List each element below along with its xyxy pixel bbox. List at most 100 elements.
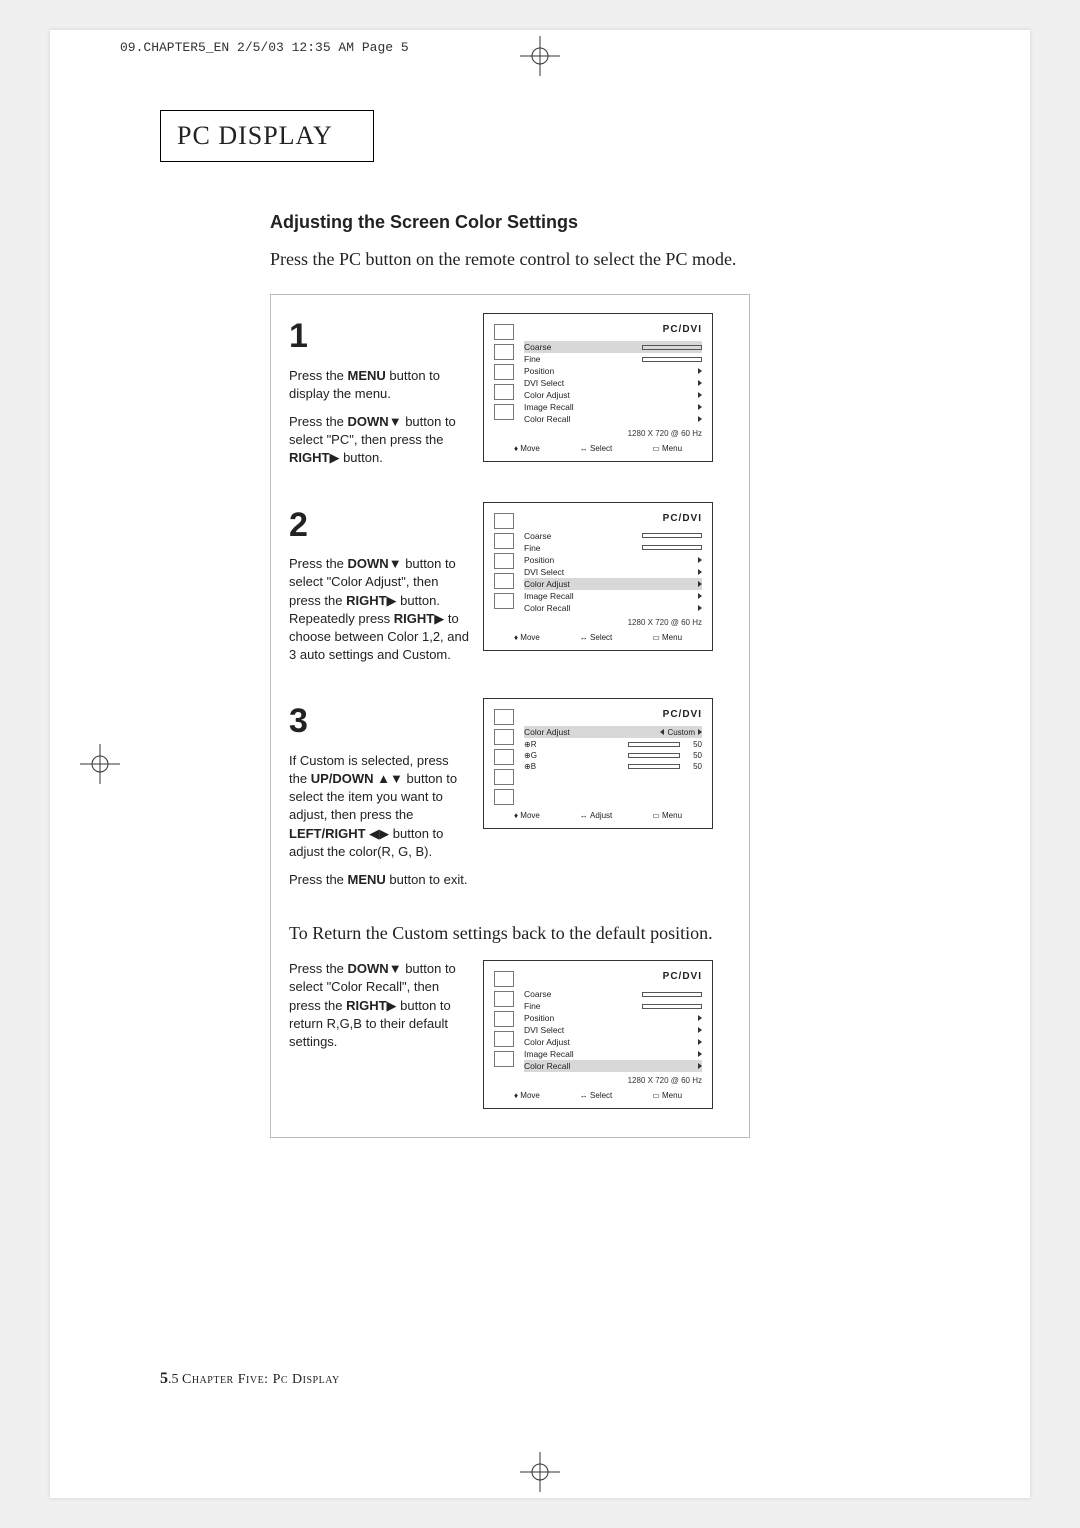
osd-tab-icon (494, 749, 514, 765)
right-triangle-icon (698, 1051, 702, 1057)
right-arrow-icon: ▶ (387, 593, 397, 608)
osd-row: Fine (524, 353, 702, 365)
osd-footer: ♦ Move ↔ Select ▭ Menu (494, 633, 702, 642)
osd-row: Position (524, 554, 702, 566)
left-triangle-icon (660, 729, 664, 735)
osd-resolution: 1280 X 720 @ 60 Hz (524, 618, 702, 627)
osd-title: PC/DVI (524, 971, 702, 982)
osd-row: Coarse (524, 988, 702, 1000)
page: 09.CHAPTER5_EN 2/5/03 12:35 AM Page 5 PC… (50, 30, 1030, 1498)
down-arrow-icon: ▼ (389, 556, 402, 571)
right-arrow-icon: ▶ (329, 450, 339, 465)
osd-row: Image Recall (524, 1048, 702, 1060)
osd-tab-icon (494, 709, 514, 725)
right-triangle-icon (698, 404, 702, 410)
osd-row: Coarse (524, 530, 702, 542)
osd-tab-icon (494, 404, 514, 420)
custom-value: Custom (660, 728, 702, 737)
osd-row: DVI Select (524, 377, 702, 389)
osd-footer: ♦ Move ↔ Select ▭ Menu (494, 444, 702, 453)
osd-tab-icon (494, 364, 514, 380)
leftright-arrow-icon: ◀▶ (369, 826, 389, 841)
osd-tab-icons (494, 324, 516, 438)
step-3: 3 If Custom is selected, press the UP/DO… (289, 698, 743, 899)
osd-row: Color Recall (524, 413, 702, 425)
osd-tab-icon (494, 1031, 514, 1047)
osd-tab-icon (494, 533, 514, 549)
osd-tab-icon (494, 789, 514, 805)
right-triangle-icon (698, 729, 702, 735)
right-triangle-icon (698, 593, 702, 599)
osd-row: Position (524, 365, 702, 377)
osd-screen-4: PC/DVI Coarse Fine Position DVI Select C… (483, 960, 713, 1109)
osd-tab-icon (494, 991, 514, 1007)
osd-tab-icon (494, 971, 514, 987)
right-triangle-icon (698, 557, 702, 563)
osd-row: Color Adjust (524, 578, 702, 590)
osd-row: Fine (524, 542, 702, 554)
osd-tab-icon (494, 513, 514, 529)
osd-footer: ♦ Move ↔ Select ▭ Menu (494, 1091, 702, 1100)
osd-tab-icons (494, 971, 516, 1085)
osd-row: Image Recall (524, 590, 702, 602)
intro-text: Press the PC button on the remote contro… (270, 249, 920, 270)
right-triangle-icon (698, 392, 702, 398)
right-triangle-icon (698, 605, 702, 611)
osd-screen-3: PC/DVI Color Adjust Custom ⊕R50 ⊕G50 (483, 698, 713, 829)
right-triangle-icon (698, 416, 702, 422)
osd-screen-1: PC/DVI Coarse Fine Position DVI Select C… (483, 313, 713, 462)
step-4-text: Press the DOWN▼ button to select "Color … (289, 960, 469, 1061)
step-2: 2 Press the DOWN▼ button to select "Colo… (289, 502, 743, 675)
step-4: Press the DOWN▼ button to select "Color … (289, 960, 743, 1109)
right-arrow-icon: ▶ (434, 611, 444, 626)
crop-mark-left-icon (80, 744, 120, 784)
section-title: Adjusting the Screen Color Settings (270, 212, 920, 233)
osd-tab-icon (494, 729, 514, 745)
right-triangle-icon (698, 1039, 702, 1045)
content: PC DISPLAY Adjusting the Screen Color Se… (160, 110, 920, 1138)
osd-row: Color Adjust Custom (524, 726, 702, 738)
osd-row: Color Recall (524, 1060, 702, 1072)
step-number: 2 (289, 502, 469, 550)
step-1-text: 1 Press the MENU button to display the m… (289, 313, 469, 478)
right-triangle-icon (698, 1027, 702, 1033)
right-triangle-icon (698, 368, 702, 374)
title-char: P (177, 121, 192, 150)
osd-tab-icon (494, 384, 514, 400)
osd-row: DVI Select (524, 566, 702, 578)
rgb-row: ⊕B50 (524, 762, 702, 771)
osd-row: Coarse (524, 341, 702, 353)
osd-footer: ♦ Move ↔ Adjust ▭ Menu (494, 811, 702, 820)
osd-row: Position (524, 1012, 702, 1024)
print-header: 09.CHAPTER5_EN 2/5/03 12:35 AM Page 5 (120, 40, 409, 55)
chapter-title-box: PC DISPLAY (160, 110, 374, 162)
down-arrow-icon: ▼ (389, 961, 402, 976)
right-arrow-icon: ▶ (387, 998, 397, 1013)
page-footer: 5.5 Chapter Five: Pc Display (160, 1370, 340, 1388)
osd-title: PC/DVI (524, 324, 702, 335)
osd-tab-icons (494, 709, 516, 805)
right-triangle-icon (698, 1015, 702, 1021)
down-arrow-icon: ▼ (389, 414, 402, 429)
rgb-row: ⊕G50 (524, 751, 702, 760)
step-1: 1 Press the MENU button to display the m… (289, 313, 743, 478)
osd-row: Fine (524, 1000, 702, 1012)
osd-row: Color Adjust (524, 389, 702, 401)
osd-tab-icon (494, 1011, 514, 1027)
crop-mark-bottom-icon (520, 1452, 560, 1492)
return-text: To Return the Custom settings back to th… (289, 923, 743, 944)
osd-tab-icon (494, 324, 514, 340)
osd-title: PC/DVI (524, 513, 702, 524)
osd-row: Image Recall (524, 401, 702, 413)
crop-mark-top-icon (520, 36, 560, 76)
step-2-text: 2 Press the DOWN▼ button to select "Colo… (289, 502, 469, 675)
osd-tab-icon (494, 769, 514, 785)
osd-row: DVI Select (524, 1024, 702, 1036)
right-triangle-icon (698, 1063, 702, 1069)
steps-box: 1 Press the MENU button to display the m… (270, 294, 750, 1138)
right-triangle-icon (698, 380, 702, 386)
osd-resolution: 1280 X 720 @ 60 Hz (524, 1076, 702, 1085)
updown-arrow-icon: ▲▼ (377, 771, 403, 786)
osd-resolution: 1280 X 720 @ 60 Hz (524, 429, 702, 438)
osd-tab-icon (494, 593, 514, 609)
